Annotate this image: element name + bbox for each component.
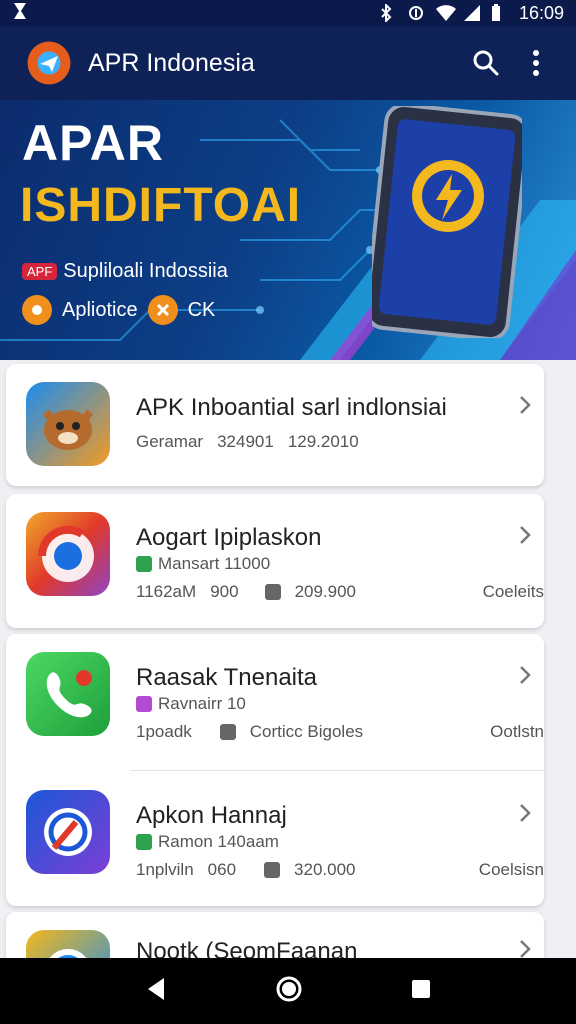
banner-subtitle: ISHDIFTOAI <box>20 179 302 232</box>
banner-tagline-text: Supliloali Indossiia <box>63 260 228 282</box>
promo-banner[interactable]: APAR ISHDIFTOAI APF Supliloali Indossiia… <box>0 100 576 360</box>
app-meta: 1162aM 900 209.900 Coeleits <box>136 582 544 602</box>
app-meta-field: 1162aM <box>136 582 197 601</box>
download-icon <box>264 584 281 600</box>
list-item[interactable]: APK Inboantial sarl indlonsiai Geramar 3… <box>6 364 544 496</box>
feature-label-1: Apliotice <box>62 298 138 321</box>
app-meta-field: 1poadk <box>136 722 192 741</box>
feature-label-2: CK <box>187 298 216 321</box>
app-meta-status: Coelsisn <box>478 860 544 879</box>
app-card[interactable]: Aogart Ipiplaskon Mansart 11000 1162aM 9… <box>6 494 544 628</box>
app-bar: APR Indonesia <box>0 26 576 100</box>
app-card[interactable]: APK Inboantial sarl indlonsiai Geramar 3… <box>6 364 544 486</box>
app-title: APR Indonesia <box>88 48 255 77</box>
status-time: 16:09 <box>518 2 564 23</box>
bluetooth-icon <box>379 2 397 24</box>
notification-icon <box>12 2 379 25</box>
banner-tagline: APF Supliloali Indossiia <box>22 260 228 283</box>
app-meta-field: 324901 <box>217 432 274 451</box>
app-developer-name: Mansart 11000 <box>158 554 271 573</box>
app-meta-field: 320.000 <box>294 860 356 879</box>
app-developer: Mansart 11000 <box>136 554 270 574</box>
navigation-bar <box>0 958 576 1024</box>
developer-icon <box>136 556 152 572</box>
app-meta-field: 129.2010 <box>287 432 359 451</box>
chevron-right-icon[interactable] <box>514 938 536 960</box>
app-icon <box>26 382 110 466</box>
lock-icon <box>264 862 281 878</box>
app-icon <box>26 652 110 736</box>
app-developer: Ravnairr 10 <box>136 694 246 714</box>
chevron-right-icon[interactable] <box>514 524 536 546</box>
divider <box>130 770 544 771</box>
app-meta-status: Ootlstn <box>490 722 544 741</box>
app-developer: Ramon 140aam <box>136 832 279 852</box>
app-meta: 1nplviln 060 320.000 Coelsisn <box>136 860 544 880</box>
phone-illustration <box>372 106 522 338</box>
chevron-right-icon[interactable] <box>514 802 536 824</box>
app-meta: Geramar 324901 129.2010 <box>136 432 544 452</box>
app-developer-name: Ravnairr 10 <box>158 694 246 713</box>
app-meta-field: 1nplviln <box>136 860 194 879</box>
app-screen: 16:09 APR Indonesia APAR ISHDIFTOAI APF … <box>0 0 576 1024</box>
app-meta-field: 900 <box>210 582 239 601</box>
battery-icon <box>491 4 509 22</box>
signal-icon <box>463 4 481 22</box>
banner-features: Apliotice CK <box>22 295 215 325</box>
app-icon <box>26 512 110 596</box>
banner-badge: APF <box>22 263 58 280</box>
wifi-icon <box>435 4 456 22</box>
developer-icon <box>136 696 152 712</box>
chevron-right-icon[interactable] <box>514 394 536 416</box>
list-item[interactable]: Aogart Ipiplaskon Mansart 11000 1162aM 9… <box>6 494 544 626</box>
app-meta-status: Coeleits <box>482 582 544 601</box>
feature-icon <box>22 295 52 325</box>
app-meta-field: 209.900 <box>294 582 357 601</box>
recents-icon <box>412 979 431 998</box>
back-button[interactable] <box>144 976 168 1007</box>
more-vert-icon <box>533 50 539 76</box>
data-icon <box>407 4 425 22</box>
list-item[interactable]: Apkon Hannaj Ramon 140aam 1nplviln 060 3… <box>6 772 544 904</box>
app-meta-field: 060 <box>207 860 237 879</box>
app-logo <box>24 38 74 88</box>
app-meta-field: Corticc Bigoles <box>249 722 364 741</box>
status-bar: 16:09 <box>0 0 576 26</box>
recents-button[interactable] <box>410 978 432 1005</box>
chevron-right-icon[interactable] <box>514 664 536 686</box>
feature-icon <box>147 295 178 325</box>
app-meta-field: Geramar <box>136 432 204 451</box>
back-icon <box>147 977 164 1000</box>
app-name: APK Inboantial sarl indlonsiai <box>136 394 447 421</box>
home-icon <box>276 976 302 1001</box>
app-name: Aogart Ipiplaskon <box>136 524 322 551</box>
app-developer-name: Ramon 140aam <box>158 832 279 851</box>
app-name: Apkon Hannaj <box>136 802 287 829</box>
banner-title: APAR <box>22 115 164 171</box>
more-options-button[interactable] <box>514 41 558 85</box>
app-icon <box>26 790 110 874</box>
app-name: Raasak Tnenaita <box>136 664 318 691</box>
home-button[interactable] <box>275 975 303 1008</box>
search-button[interactable] <box>464 41 508 85</box>
search-icon <box>473 50 499 76</box>
list-item[interactable]: Raasak Tnenaita Ravnairr 10 1poadk Corti… <box>6 634 544 766</box>
calendar-icon <box>219 724 236 740</box>
app-card[interactable]: Raasak Tnenaita Ravnairr 10 1poadk Corti… <box>6 634 544 906</box>
app-meta: 1poadk Corticc Bigoles Ootlstn <box>136 722 544 742</box>
developer-icon <box>136 834 152 850</box>
